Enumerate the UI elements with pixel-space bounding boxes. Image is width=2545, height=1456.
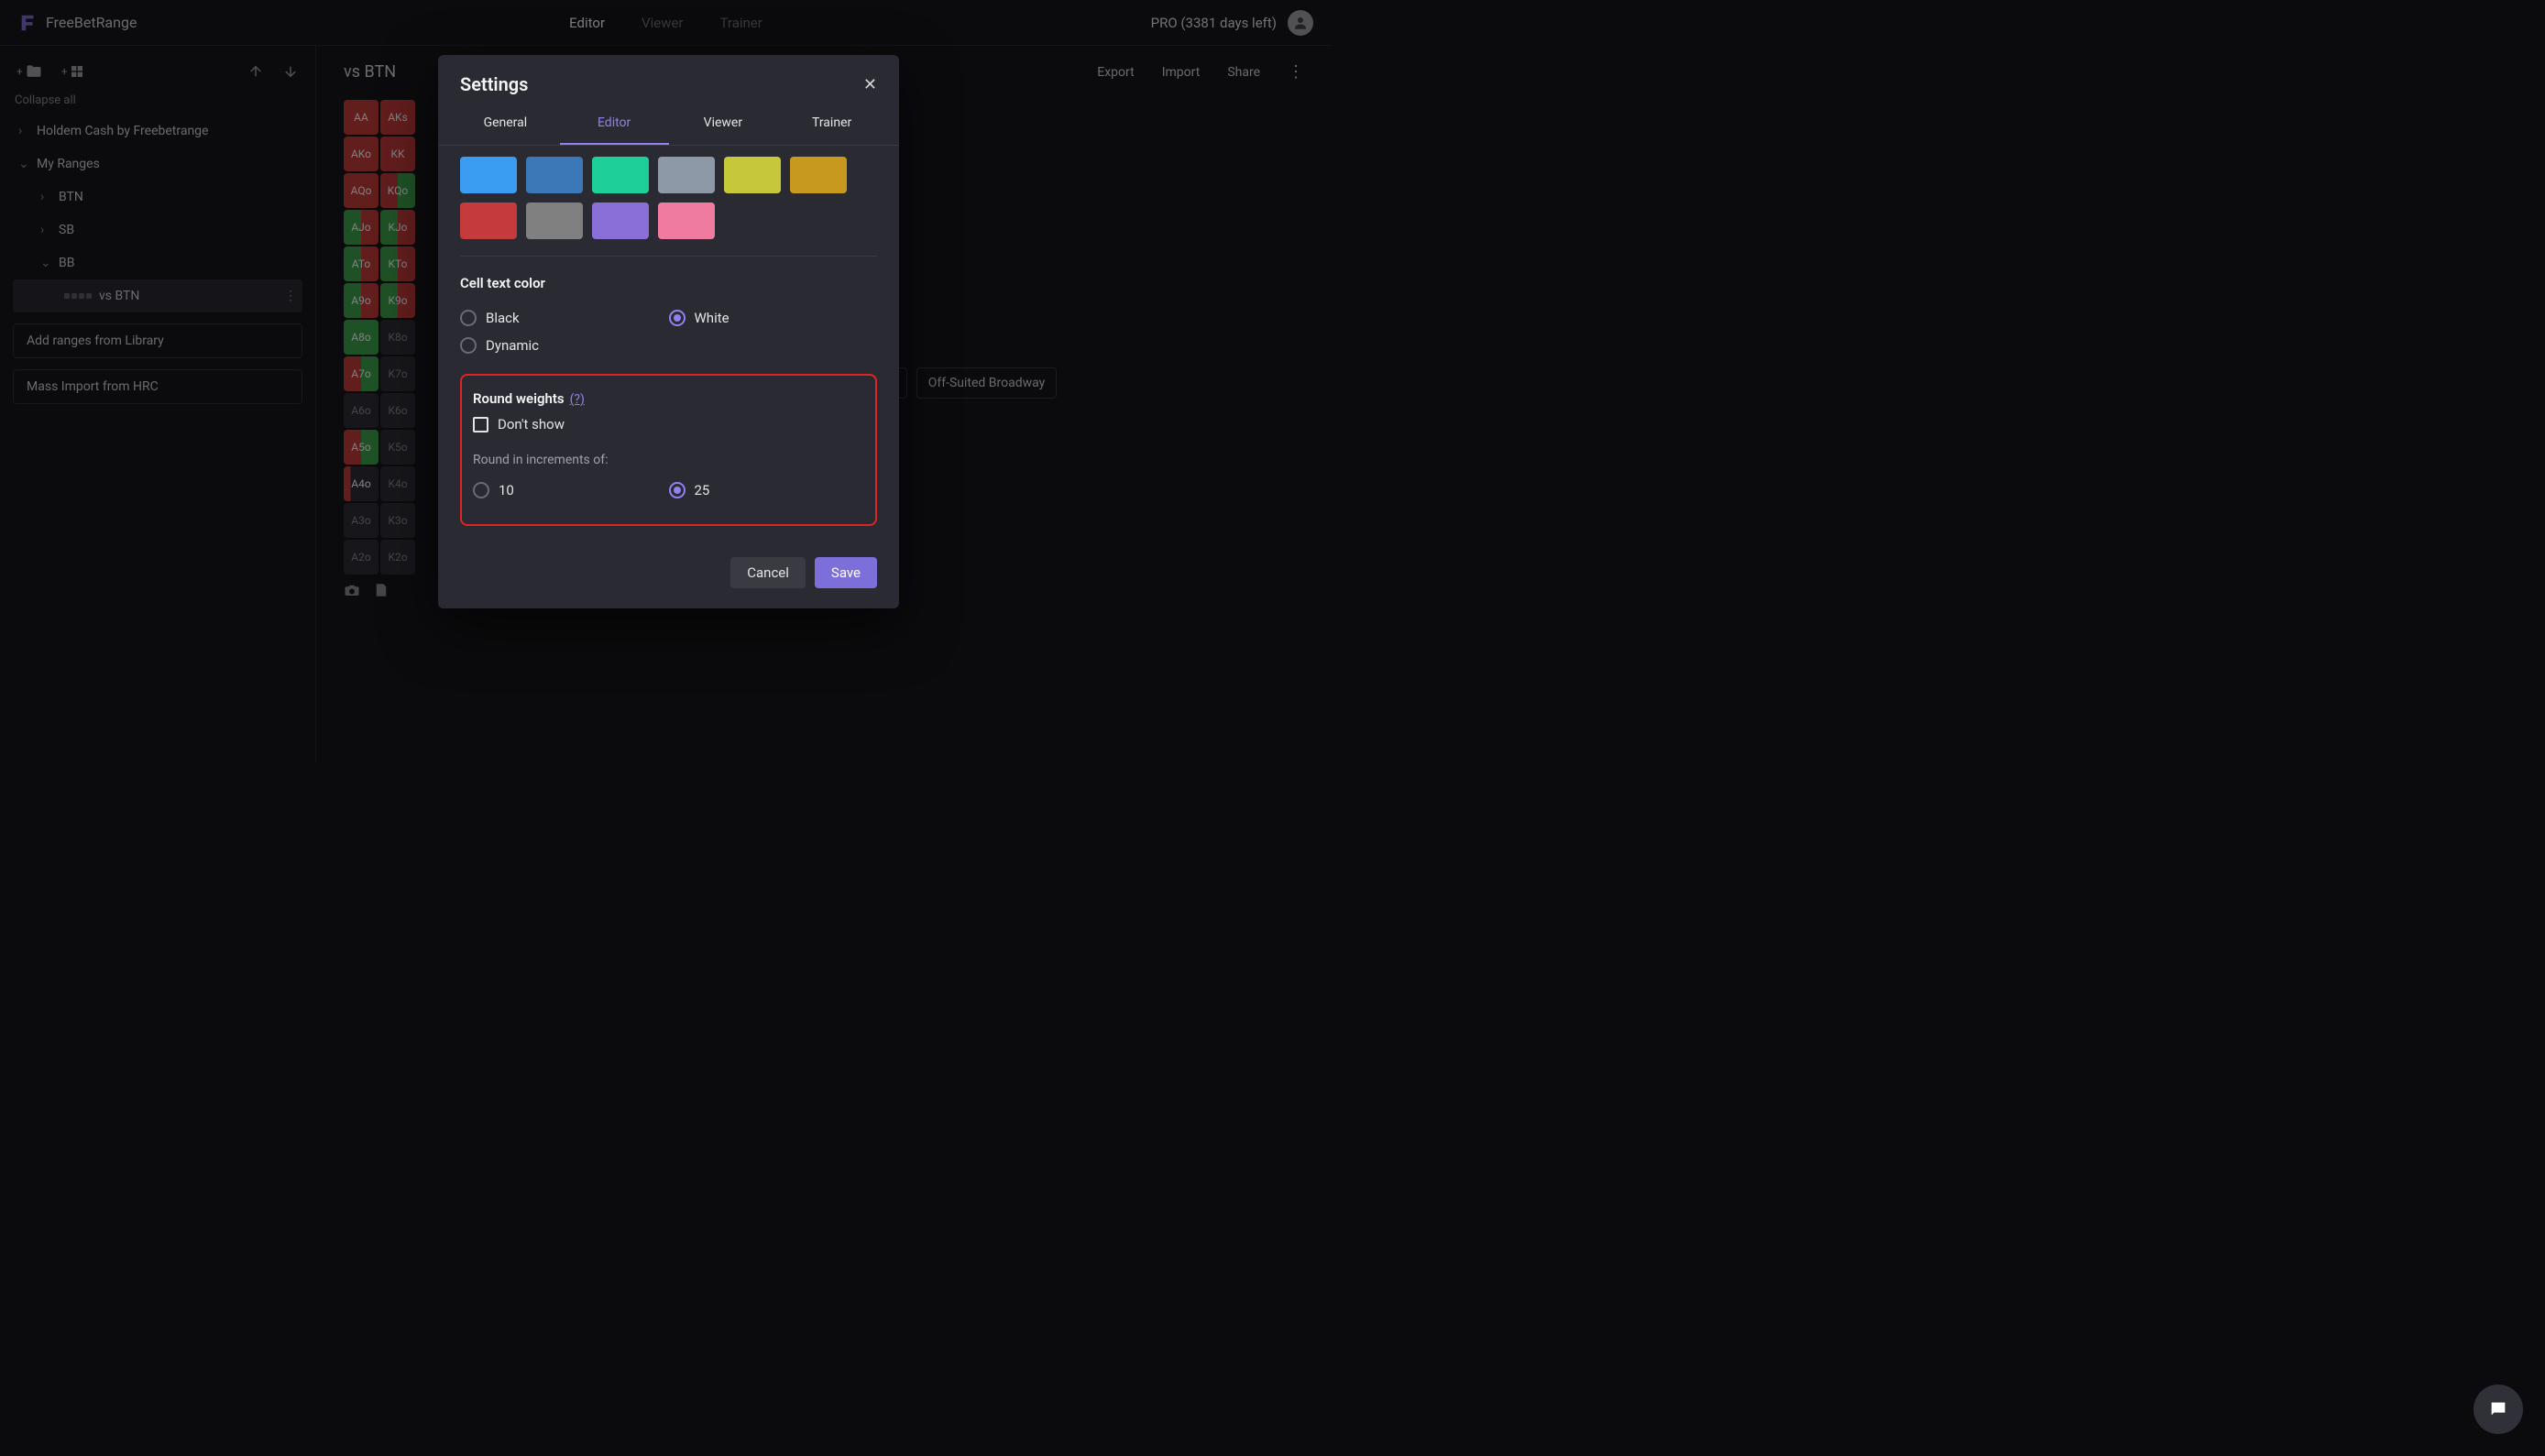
increments-radios: 10 25 [473, 476, 864, 504]
modal-tabs: General Editor Viewer Trainer [438, 104, 899, 146]
round-weights-title: Round weights [473, 390, 565, 407]
color-option[interactable] [592, 203, 649, 239]
color-option[interactable] [460, 203, 517, 239]
round-weights-help[interactable]: (?) [570, 392, 585, 407]
color-palette [460, 157, 877, 239]
radio-icon [460, 310, 477, 326]
radio-icon [460, 337, 477, 354]
radio-10[interactable]: 10 [473, 476, 669, 504]
modal-body: Cell text color Black White Dynamic Roun… [438, 146, 899, 542]
tab-general[interactable]: General [451, 104, 560, 145]
radio-icon [669, 310, 686, 326]
save-button[interactable]: Save [815, 557, 877, 588]
chat-icon [2488, 1399, 2508, 1419]
close-icon[interactable]: ✕ [863, 75, 877, 94]
cancel-button[interactable]: Cancel [730, 557, 806, 588]
radio-black[interactable]: Black [460, 304, 669, 332]
dont-show-checkbox[interactable]: Don't show [473, 416, 864, 432]
radio-dynamic[interactable]: Dynamic [460, 332, 669, 359]
radio-icon [473, 482, 489, 498]
modal-header: Settings ✕ [438, 55, 899, 104]
radio-white[interactable]: White [669, 304, 878, 332]
color-option[interactable] [526, 157, 583, 193]
chat-bubble-button[interactable] [2474, 1385, 2523, 1434]
round-weights-section: Round weights (?) Don't show Round in in… [460, 374, 877, 526]
modal-footer: Cancel Save [438, 542, 899, 608]
color-option[interactable] [592, 157, 649, 193]
cell-text-radios: Black White Dynamic [460, 304, 877, 359]
tab-viewer[interactable]: Viewer [669, 104, 778, 145]
color-option[interactable] [790, 157, 847, 193]
increments-label: Round in increments of: [473, 453, 864, 467]
color-option[interactable] [658, 203, 715, 239]
checkbox-icon [473, 417, 488, 432]
color-option[interactable] [658, 157, 715, 193]
modal-title: Settings [460, 73, 528, 95]
modal-backdrop[interactable] [0, 0, 2545, 1456]
tab-trainer[interactable]: Trainer [777, 104, 886, 145]
color-option[interactable] [460, 157, 517, 193]
settings-modal: Settings ✕ General Editor Viewer Trainer… [438, 55, 899, 608]
radio-icon [669, 482, 686, 498]
radio-25[interactable]: 25 [669, 476, 865, 504]
color-option[interactable] [526, 203, 583, 239]
tab-editor[interactable]: Editor [560, 104, 669, 145]
cell-text-color-title: Cell text color [460, 275, 877, 291]
divider [460, 256, 877, 257]
color-option[interactable] [724, 157, 781, 193]
